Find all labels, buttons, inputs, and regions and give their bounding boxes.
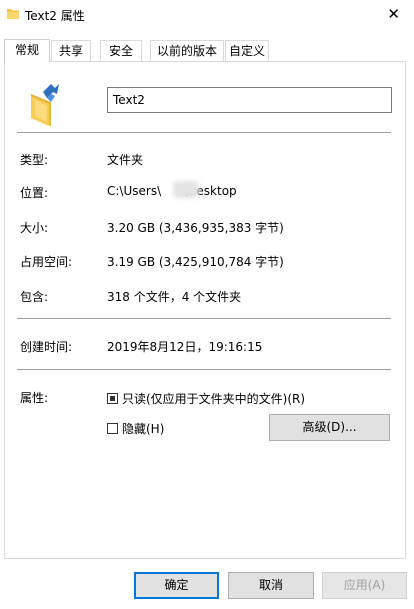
tab-security[interactable]: 安全 bbox=[100, 40, 142, 61]
created-label: 创建时间: bbox=[20, 340, 73, 354]
hidden-row[interactable]: 隐藏(H) bbox=[107, 420, 164, 436]
location-prefix: C:\Users\ bbox=[107, 184, 162, 198]
folder-name-input[interactable]: Text2 bbox=[107, 87, 392, 113]
type-value: 文件夹 bbox=[107, 153, 144, 167]
divider bbox=[17, 132, 391, 133]
hidden-checkbox[interactable] bbox=[107, 422, 118, 434]
readonly-label: 只读(仅应用于文件夹中的文件)(R) bbox=[122, 391, 306, 406]
ok-button[interactable]: 确定 bbox=[134, 572, 219, 599]
size-label: 大小: bbox=[20, 221, 49, 235]
divider bbox=[17, 369, 391, 370]
created-value: 2019年8月12日，19:16:15 bbox=[107, 340, 263, 354]
size-value: 3.20 GB (3,436,935,383 字节) bbox=[107, 221, 284, 235]
general-panel: Text2 类型: 文件夹 位置: C:\Users\ \Desktop 大小:… bbox=[4, 61, 406, 559]
size-on-disk-value: 3.19 GB (3,425,910,784 字节) bbox=[107, 255, 284, 269]
divider bbox=[17, 318, 391, 319]
size-on-disk-label: 占用空间: bbox=[20, 255, 73, 269]
hidden-label: 隐藏(H) bbox=[122, 421, 165, 436]
window-title: Text2 属性 bbox=[25, 9, 85, 23]
location-label: 位置: bbox=[20, 186, 49, 200]
tab-sharing[interactable]: 共享 bbox=[51, 40, 91, 61]
folder-icon bbox=[7, 9, 19, 19]
readonly-row[interactable]: 只读(仅应用于文件夹中的文件)(R) bbox=[107, 390, 305, 406]
apply-button[interactable]: 应用(A) bbox=[322, 572, 407, 599]
shared-folder-icon bbox=[31, 84, 59, 126]
cancel-button[interactable]: 取消 bbox=[228, 572, 314, 599]
tab-general[interactable]: 常规 bbox=[4, 39, 50, 62]
contains-label: 包含: bbox=[20, 290, 49, 304]
attributes-label: 属性: bbox=[20, 391, 49, 405]
close-icon[interactable]: ✕ bbox=[387, 5, 400, 23]
readonly-checkbox[interactable] bbox=[107, 392, 118, 404]
title-bar: Text2 属性 ✕ bbox=[0, 0, 414, 30]
contains-value: 318 个文件，4 个文件夹 bbox=[107, 290, 242, 304]
tab-previous-versions[interactable]: 以前的版本 bbox=[150, 40, 224, 61]
tab-customize[interactable]: 自定义 bbox=[225, 40, 269, 61]
advanced-button[interactable]: 高级(D)... bbox=[269, 414, 390, 441]
type-label: 类型: bbox=[20, 153, 49, 167]
location-value: C:\Users\ \Desktop bbox=[107, 184, 237, 198]
redaction-blur bbox=[173, 181, 199, 198]
